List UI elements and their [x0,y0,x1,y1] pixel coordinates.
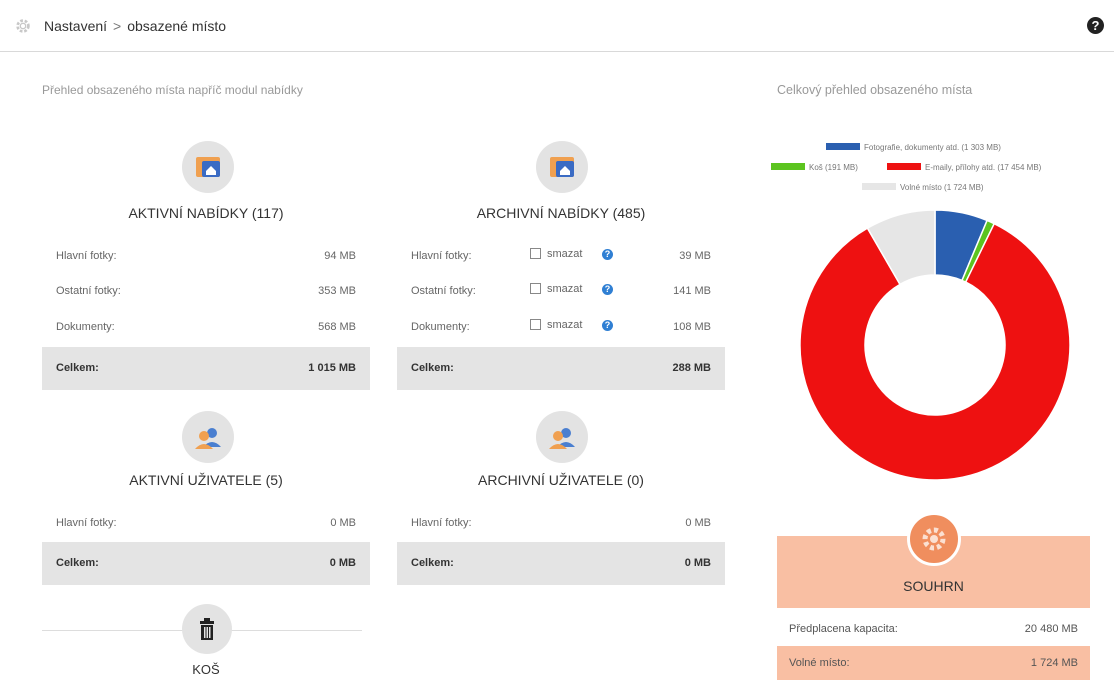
checkbox-box[interactable] [530,319,541,330]
help-circle-icon[interactable]: ? [602,320,613,331]
breadcrumb: Nastavení > obsazené místo [44,18,226,34]
help-circle-icon[interactable]: ? [602,284,613,295]
archive-users-icon [536,411,588,463]
table-row: Ostatní fotky: smazat ? 141 MB [397,273,725,310]
row-value: 141 MB [673,285,711,297]
total-value: 1 015 MB [308,362,356,374]
right-section-title: Celkový přehled obsazeného místa [777,83,973,97]
legend-label: Fotografie, dokumenty atd. (1 303 MB) [864,143,1001,152]
gear-icon[interactable] [14,17,32,35]
row-value: 94 MB [324,250,356,262]
delete-checkbox[interactable]: smazat [530,319,582,331]
row-label: Ostatní fotky: [411,285,476,297]
summary-gear-icon [907,512,961,566]
row-value: 353 MB [318,285,356,297]
active-users-icon [182,411,234,463]
legend-swatch [826,143,860,150]
summary-row-label: Předplacena kapacita: [789,623,898,635]
checkbox-box[interactable] [530,248,541,259]
table-row: Ostatní fotky: 353 MB [42,273,370,310]
checkbox-label: smazat [547,283,583,295]
legend-swatch [862,183,896,190]
archive-offers-icon [536,141,588,193]
row-value: 0 MB [330,517,356,529]
total-row: Celkem: 0 MB [397,542,725,585]
delete-checkbox[interactable]: smazat [530,248,582,260]
archive-offers-title: ARCHIVNÍ NABÍDKY (485) [476,205,646,221]
row-value: 0 MB [685,517,711,529]
table-row: Hlavní fotky: 0 MB [397,505,725,542]
delete-checkbox[interactable]: smazat [530,283,582,295]
total-label: Celkem: [56,362,99,374]
table-row: Hlavní fotky: 94 MB [42,238,370,275]
total-value: 0 MB [684,557,711,569]
row-label: Hlavní fotky: [411,517,472,529]
row-label: Hlavní fotky: [411,250,472,262]
checkbox-box[interactable] [530,283,541,294]
summary-row: Předplacena kapacita: 20 480 MB [777,612,1090,646]
checkbox-label: smazat [547,248,583,260]
row-label: Ostatní fotky: [56,285,121,297]
table-row: Dokumenty: smazat ? 108 MB [397,309,725,346]
trash-title: KOŠ [192,662,220,677]
table-row: Hlavní fotky: smazat ? 39 MB [397,238,725,275]
total-row: Celkem: 1 015 MB [42,347,370,390]
active-offers-icon [182,141,234,193]
total-label: Celkem: [411,557,454,569]
active-users-title: AKTIVNÍ UŽIVATELE (5) [129,472,283,488]
total-row: Celkem: 0 MB [42,542,370,585]
archive-users-title: ARCHIVNÍ UŽIVATELE (0) [478,472,644,488]
active-offers-title: AKTIVNÍ NABÍDKY (117) [128,205,284,221]
row-label: Dokumenty: [56,321,115,333]
trash-icon [182,604,232,654]
left-section-title: Přehled obsazeného místa napříč modul na… [42,83,303,97]
total-label: Celkem: [56,557,99,569]
legend-item: Fotografie, dokumenty atd. (1 303 MB) [826,143,1001,152]
legend-swatch [887,163,921,170]
top-bar: Nastavení > obsazené místo ? [0,0,1114,52]
row-label: Hlavní fotky: [56,250,117,262]
total-label: Celkem: [411,362,454,374]
help-icon[interactable]: ? [1087,17,1104,34]
legend-item: Koš (191 MB) [771,163,858,172]
total-value: 0 MB [329,557,356,569]
summary-row-value: 20 480 MB [1024,623,1078,635]
summary-row: Volné místo: 1 724 MB [777,646,1090,680]
row-value: 568 MB [318,321,356,333]
breadcrumb-current: obsazené místo [127,18,227,34]
legend-label: Koš (191 MB) [809,163,858,172]
summary-row-label: Volné místo: [789,657,850,669]
breadcrumb-separator: > [113,18,122,34]
legend-swatch [771,163,805,170]
checkbox-label: smazat [547,319,583,331]
legend-item: E-maily, přílohy atd. (17 454 MB) [887,163,1041,172]
total-row: Celkem: 288 MB [397,347,725,390]
row-value: 39 MB [679,250,711,262]
summary-title: SOUHRN [903,578,964,594]
row-label: Hlavní fotky: [56,517,117,529]
table-row: Hlavní fotky: 0 MB [42,505,370,542]
legend-label: E-maily, přílohy atd. (17 454 MB) [925,163,1042,172]
summary-row-value: 1 724 MB [1030,657,1078,669]
row-label: Dokumenty: [411,321,470,333]
table-row: Dokumenty: 568 MB [42,309,370,346]
total-value: 288 MB [672,362,711,374]
breadcrumb-root[interactable]: Nastavení [44,18,107,34]
row-value: 108 MB [673,321,711,333]
donut-chart [799,209,1071,481]
help-circle-icon[interactable]: ? [602,249,613,260]
